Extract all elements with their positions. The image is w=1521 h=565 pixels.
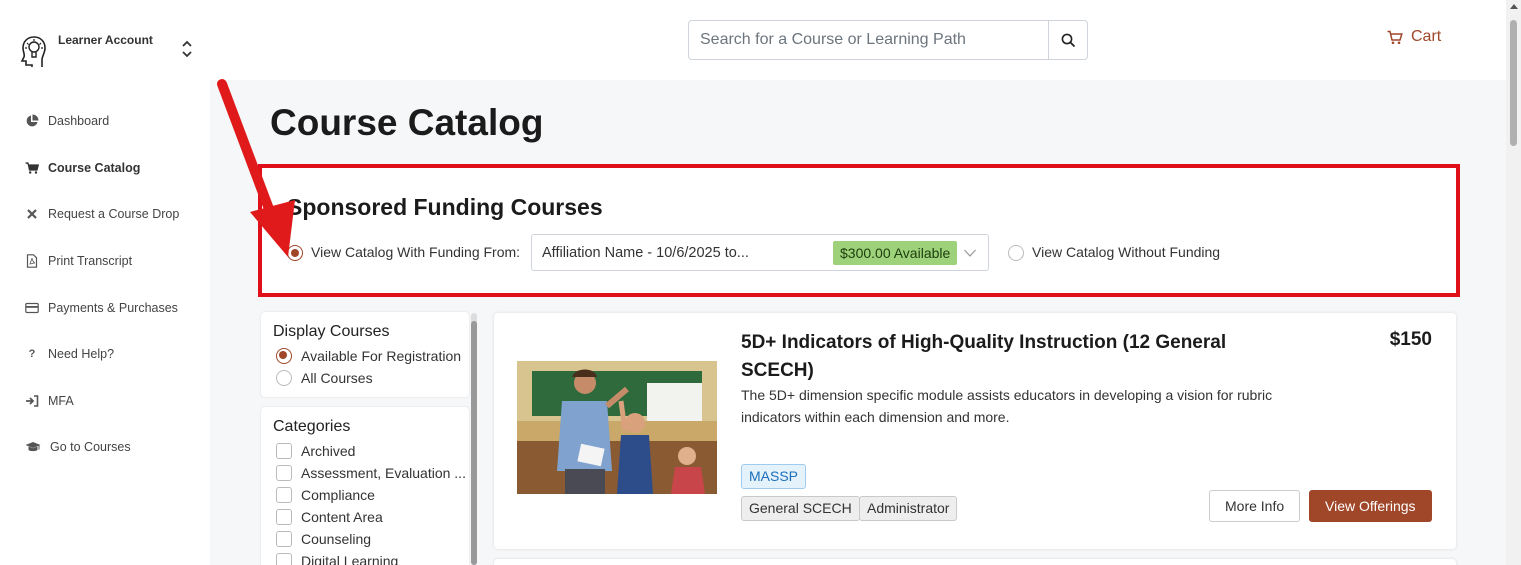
account-switcher[interactable]: Learner Account bbox=[16, 30, 201, 70]
course-card-next bbox=[494, 559, 1456, 565]
course-price: $150 bbox=[1389, 329, 1432, 350]
app-root: Learner Account Dashboard Course Catalog… bbox=[0, 0, 1521, 565]
sidebar-item-request-course-drop[interactable]: Request a Course Drop bbox=[0, 191, 210, 238]
pdf-file-icon bbox=[26, 254, 38, 268]
affiliation-select[interactable]: Affiliation Name - 10/6/2025 to... $300.… bbox=[531, 234, 989, 271]
sidebar-item-label: MFA bbox=[48, 393, 74, 408]
category-label: Content Area bbox=[301, 509, 383, 525]
display-courses-card: Display Courses Available For Registrati… bbox=[261, 312, 469, 397]
credit-tag: General SCECH bbox=[741, 496, 860, 521]
chevron-up-down-icon bbox=[182, 40, 192, 58]
sidebar-item-label: Payments & Purchases bbox=[48, 300, 178, 315]
sidebar-item-label: Course Catalog bbox=[48, 160, 141, 175]
account-label: Learner Account bbox=[58, 33, 153, 47]
sidebar-item-label: Print Transcript bbox=[48, 254, 133, 269]
page-title: Course Catalog bbox=[270, 102, 544, 143]
category-label: Assessment, Evaluation ... bbox=[301, 465, 466, 481]
page-scrollbar[interactable] bbox=[1506, 0, 1521, 565]
categories-title: Categories bbox=[273, 418, 351, 435]
scroll-up-arrow-icon[interactable] bbox=[1510, 4, 1518, 9]
categories-card: Categories Archived Assessment, Evaluati… bbox=[261, 407, 469, 565]
course-thumbnail-image bbox=[517, 361, 717, 494]
available-funds-badge: $300.00 Available bbox=[833, 241, 958, 265]
display-option-label: All Courses bbox=[301, 370, 373, 386]
sign-in-icon bbox=[26, 395, 39, 407]
main-content: Course Catalog Sponsored Funding Courses… bbox=[210, 80, 1506, 565]
sidebar-item-payments[interactable]: Payments & Purchases bbox=[0, 284, 210, 331]
filters-scrollbar[interactable] bbox=[471, 313, 477, 565]
search-input[interactable] bbox=[689, 21, 1048, 59]
course-title[interactable]: 5D+ Indicators of High-Quality Instructi… bbox=[741, 329, 1261, 385]
head-bulb-logo-icon bbox=[20, 36, 46, 67]
category-checkbox[interactable] bbox=[276, 487, 292, 503]
filters-panel: Display Courses Available For Registrati… bbox=[261, 312, 469, 565]
category-item[interactable]: Content Area bbox=[276, 509, 383, 525]
without-funding-label: View Catalog Without Funding bbox=[1032, 244, 1221, 260]
category-label: Counseling bbox=[301, 531, 372, 547]
sidebar-nav: Dashboard Course Catalog Request a Cours… bbox=[0, 98, 210, 471]
funding-options: View Catalog With Funding From: Affiliat… bbox=[287, 234, 1447, 272]
category-checkbox[interactable] bbox=[276, 509, 292, 525]
display-courses-title: Display Courses bbox=[273, 323, 390, 340]
without-funding-radio[interactable] bbox=[1008, 245, 1024, 261]
sidebar-item-go-to-courses[interactable]: Go to Courses bbox=[0, 424, 210, 471]
category-label: Archived bbox=[301, 443, 356, 459]
cart-icon bbox=[25, 162, 39, 174]
filters-scrollbar-thumb[interactable] bbox=[471, 321, 477, 565]
category-label: Compliance bbox=[301, 487, 375, 503]
search-icon bbox=[1061, 33, 1075, 47]
page-scrollbar-thumb[interactable] bbox=[1510, 20, 1517, 146]
question-icon: ? bbox=[28, 348, 36, 361]
category-item[interactable]: Digital Learning bbox=[276, 553, 398, 565]
pie-chart-icon bbox=[26, 114, 39, 127]
with-funding-radio[interactable] bbox=[287, 245, 303, 261]
cart-icon bbox=[1387, 30, 1403, 44]
display-option-available[interactable]: Available For Registration bbox=[276, 348, 461, 364]
display-available-radio[interactable] bbox=[276, 348, 292, 364]
chevron-down-icon bbox=[964, 249, 976, 257]
display-option-all[interactable]: All Courses bbox=[276, 370, 373, 386]
search-button[interactable] bbox=[1048, 21, 1087, 59]
category-checkbox[interactable] bbox=[276, 553, 292, 565]
cart-link[interactable]: Cart bbox=[1387, 28, 1441, 46]
category-item[interactable]: Assessment, Evaluation ... bbox=[276, 465, 466, 481]
search-box bbox=[688, 20, 1088, 60]
sidebar: Learner Account Dashboard Course Catalog… bbox=[0, 0, 210, 565]
top-bar: Cart bbox=[210, 0, 1506, 80]
sidebar-item-course-catalog[interactable]: Course Catalog bbox=[0, 145, 210, 192]
with-funding-label: View Catalog With Funding From: bbox=[311, 244, 521, 260]
sidebar-item-mfa[interactable]: MFA bbox=[0, 378, 210, 425]
category-checkbox[interactable] bbox=[276, 443, 292, 459]
course-card: 5D+ Indicators of High-Quality Instructi… bbox=[494, 313, 1456, 549]
category-item[interactable]: Compliance bbox=[276, 487, 375, 503]
category-checkbox[interactable] bbox=[276, 531, 292, 547]
display-option-label: Available For Registration bbox=[301, 348, 462, 364]
sidebar-item-dashboard[interactable]: Dashboard bbox=[0, 98, 210, 145]
sidebar-item-label: Need Help? bbox=[48, 347, 115, 362]
x-icon bbox=[27, 209, 37, 220]
course-description: The 5D+ dimension specific module assist… bbox=[741, 387, 1273, 425]
sponsored-funding-panel: Sponsored Funding Courses View Catalog W… bbox=[258, 164, 1460, 297]
sidebar-item-print-transcript[interactable]: Print Transcript bbox=[0, 238, 210, 285]
cart-label: Cart bbox=[1411, 28, 1442, 45]
more-info-button[interactable]: More Info bbox=[1209, 490, 1301, 522]
category-checkbox[interactable] bbox=[276, 465, 292, 481]
sidebar-item-label: Request a Course Drop bbox=[48, 207, 180, 222]
sidebar-item-label: Dashboard bbox=[48, 114, 110, 129]
category-label: Digital Learning bbox=[301, 553, 399, 565]
category-item[interactable]: Archived bbox=[276, 443, 355, 459]
credit-card-icon bbox=[25, 302, 39, 313]
view-offerings-button[interactable]: View Offerings bbox=[1309, 490, 1432, 522]
affiliation-select-value: Affiliation Name - 10/6/2025 to... bbox=[542, 245, 749, 261]
graduation-cap-icon bbox=[25, 442, 41, 452]
display-all-radio[interactable] bbox=[276, 370, 292, 386]
sidebar-item-label: Go to Courses bbox=[50, 440, 131, 455]
sidebar-item-need-help[interactable]: ? Need Help? bbox=[0, 331, 210, 378]
category-item[interactable]: Counseling bbox=[276, 531, 371, 547]
provider-tag: MASSP bbox=[741, 464, 807, 489]
funding-title: Sponsored Funding Courses bbox=[287, 194, 603, 220]
audience-tag: Administrator bbox=[859, 496, 958, 521]
